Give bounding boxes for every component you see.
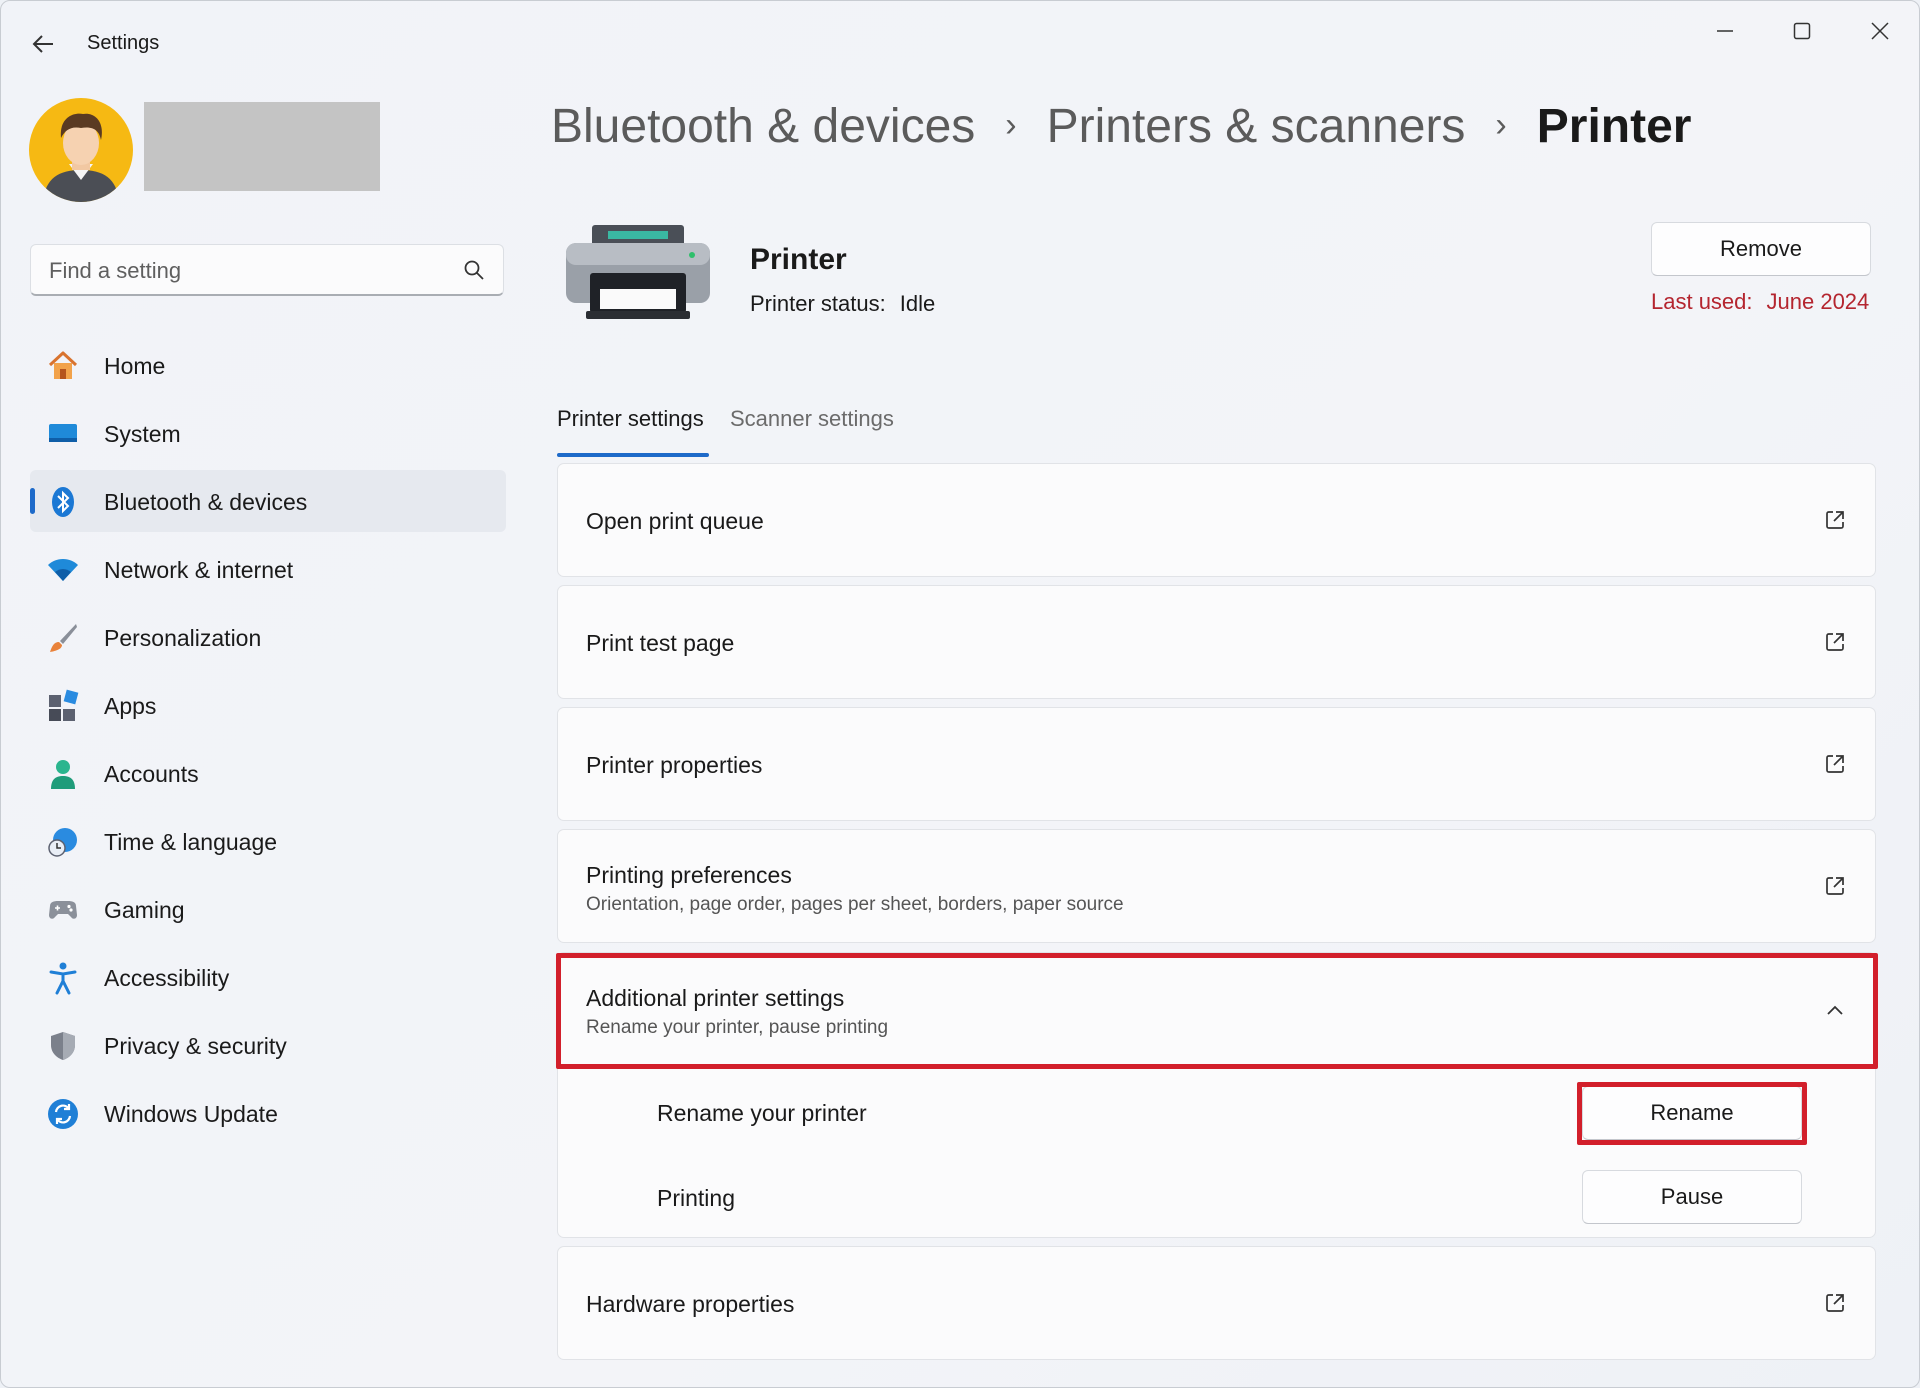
open-print-queue-row[interactable]: Open print queue bbox=[557, 463, 1876, 577]
close-icon bbox=[1871, 22, 1889, 40]
bluetooth-icon bbox=[52, 487, 74, 517]
sidebar-item-label: Windows Update bbox=[104, 1101, 278, 1127]
maximize-button[interactable] bbox=[1772, 15, 1832, 47]
search-input[interactable] bbox=[47, 255, 451, 287]
sidebar-item-label: Personalization bbox=[104, 625, 262, 651]
sidebar-item-accounts[interactable]: Accounts bbox=[30, 742, 506, 804]
back-arrow-icon bbox=[32, 35, 53, 53]
sidebar-item-bluetooth-devices[interactable]: Bluetooth & devices bbox=[30, 470, 506, 532]
sync-icon bbox=[48, 1099, 78, 1129]
sidebar-item-label: Time & language bbox=[104, 829, 278, 855]
sidebar-item-label: Accounts bbox=[104, 761, 199, 787]
row-title: Hardware properties bbox=[586, 1291, 795, 1317]
external-link-icon bbox=[1826, 755, 1844, 773]
breadcrumb-printers-scanners[interactable]: Printers & scanners bbox=[1047, 100, 1466, 153]
user-name-redacted bbox=[144, 102, 380, 191]
sidebar-item-label: Gaming bbox=[104, 897, 185, 923]
globe-clock-icon bbox=[48, 828, 77, 857]
last-used-value: June 2024 bbox=[1766, 289, 1870, 314]
sidebar-item-home[interactable]: Home bbox=[30, 334, 506, 396]
external-link-icon bbox=[1826, 511, 1844, 529]
sidebar-item-label: Network & internet bbox=[104, 557, 294, 583]
page-title: Printer bbox=[1536, 100, 1692, 153]
sidebar-item-label: Home bbox=[104, 353, 166, 379]
tab-scanner-settings[interactable]: Scanner settings bbox=[730, 406, 894, 432]
sidebar-item-label: Accessibility bbox=[104, 965, 230, 991]
printing-label: Printing bbox=[657, 1185, 735, 1211]
gamepad-icon bbox=[49, 901, 77, 919]
last-used-label: Last used: bbox=[1651, 289, 1753, 314]
printer-name: Printer bbox=[750, 243, 847, 276]
highlight-additional-settings bbox=[556, 953, 1878, 1069]
search-box[interactable] bbox=[30, 244, 504, 296]
printer-properties-row[interactable]: Printer properties bbox=[557, 707, 1876, 821]
sidebar-item-accessibility[interactable]: Accessibility bbox=[30, 946, 506, 1008]
breadcrumb-bluetooth-devices[interactable]: Bluetooth & devices bbox=[551, 100, 975, 153]
system-icon bbox=[49, 424, 77, 442]
avatar-person-icon bbox=[43, 113, 119, 202]
brush-icon bbox=[50, 624, 77, 652]
wifi-icon bbox=[48, 559, 78, 581]
user-avatar[interactable] bbox=[29, 98, 133, 202]
settings-window: Settings Find a setting Home System Blue… bbox=[0, 0, 1920, 1388]
hardware-properties-row[interactable]: Hardware properties bbox=[557, 1246, 1876, 1360]
external-link-icon bbox=[1826, 877, 1844, 895]
row-title: Print test page bbox=[586, 630, 735, 656]
last-used: Last used: June 2024 bbox=[1651, 289, 1869, 315]
printer-status-label: Printer status: bbox=[750, 291, 886, 316]
sidebar-item-system[interactable]: System bbox=[30, 402, 506, 464]
sidebar-item-apps[interactable]: Apps bbox=[30, 674, 506, 736]
sidebar-item-label: Bluetooth & devices bbox=[104, 489, 308, 515]
remove-button[interactable]: Remove bbox=[1651, 222, 1871, 276]
breadcrumb: Bluetooth & devices › Printers & scanners ›… bbox=[551, 99, 1691, 154]
sidebar-item-network-internet[interactable]: Network & internet bbox=[30, 538, 506, 600]
sidebar-item-gaming[interactable]: Gaming bbox=[30, 878, 506, 940]
maximize-icon bbox=[1793, 22, 1811, 40]
minimize-icon bbox=[1717, 30, 1733, 32]
active-tab-indicator bbox=[557, 453, 709, 457]
search-icon bbox=[464, 260, 484, 280]
rename-your-printer-label: Rename your printer bbox=[657, 1100, 867, 1126]
printing-preferences-row[interactable]: Printing preferences Orientation, page o… bbox=[557, 829, 1876, 943]
print-test-page-row[interactable]: Print test page bbox=[557, 585, 1876, 699]
sidebar-item-time-language[interactable]: Time & language bbox=[30, 810, 506, 872]
external-link-icon bbox=[1826, 1294, 1844, 1312]
printer-icon bbox=[566, 225, 710, 319]
back-button[interactable] bbox=[27, 29, 61, 59]
title-bar: Settings bbox=[1, 1, 1919, 81]
sidebar-item-windows-update[interactable]: Windows Update bbox=[30, 1082, 506, 1144]
chevron-right-icon: › bbox=[1005, 106, 1017, 144]
sidebar-nav: Home System Bluetooth & devices Network … bbox=[30, 334, 506, 1150]
row-title: Printing preferences bbox=[586, 862, 792, 888]
tab-printer-settings[interactable]: Printer settings bbox=[557, 406, 704, 432]
row-title: Printer properties bbox=[586, 752, 763, 778]
sidebar-item-personalization[interactable]: Personalization bbox=[30, 606, 506, 668]
highlight-rename-button bbox=[1577, 1082, 1807, 1145]
app-title: Settings bbox=[87, 32, 160, 54]
chevron-right-icon: › bbox=[1495, 106, 1507, 144]
sidebar-item-privacy-security[interactable]: Privacy & security bbox=[30, 1014, 506, 1076]
minimize-button[interactable] bbox=[1695, 15, 1755, 47]
sidebar-item-label: Apps bbox=[104, 693, 157, 719]
external-link-icon bbox=[1826, 633, 1844, 651]
sidebar-item-label: System bbox=[104, 421, 181, 447]
sidebar-item-label: Privacy & security bbox=[104, 1033, 287, 1059]
printer-status: Printer status: Idle bbox=[750, 291, 935, 317]
row-title: Open print queue bbox=[586, 508, 764, 534]
apps-icon bbox=[49, 689, 79, 721]
close-button[interactable] bbox=[1850, 15, 1910, 47]
home-icon bbox=[48, 351, 78, 379]
accessibility-icon bbox=[49, 962, 77, 995]
row-subtitle: Orientation, page order, pages per sheet… bbox=[586, 894, 1124, 915]
pause-button[interactable]: Pause bbox=[1582, 1170, 1802, 1224]
shield-icon bbox=[51, 1032, 75, 1060]
person-icon bbox=[51, 760, 75, 789]
printer-status-value: Idle bbox=[899, 291, 936, 316]
